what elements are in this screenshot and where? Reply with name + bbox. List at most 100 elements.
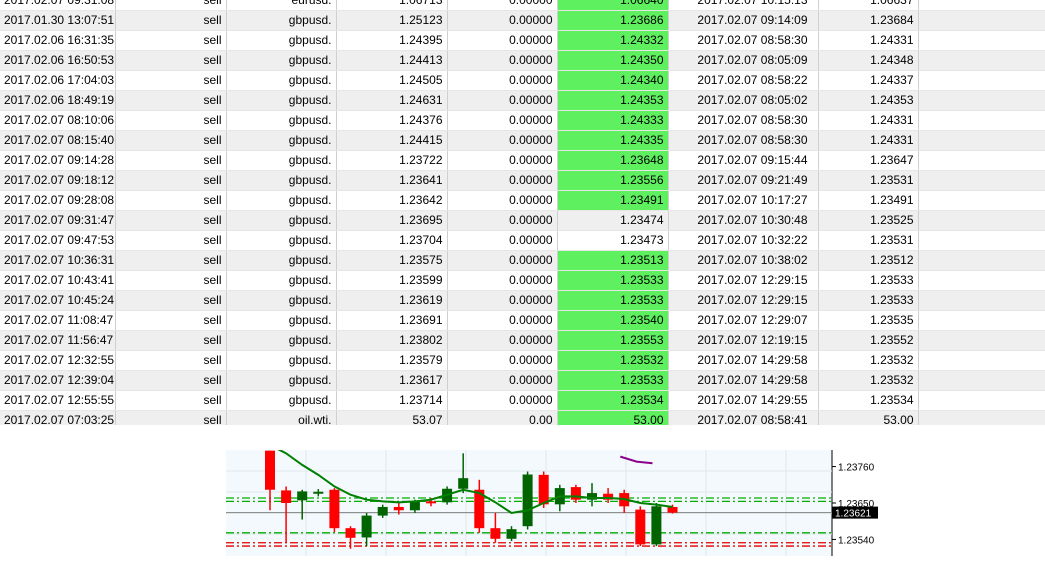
table-row[interactable]: 2017.02.07 09:31:08 sell eurusd. 1.06713 0.0… — [0, 0, 1045, 11]
open-time-cell: 2017.02.07 08:10:06 — [0, 110, 116, 131]
table-row[interactable]: 2017.02.06 17:04:03 sell gbpusd. 1.24505 0.0… — [0, 70, 1045, 91]
type-cell: sell — [115, 190, 227, 211]
table-row[interactable]: 2017.02.07 12:55:55 sell gbpusd. 1.23714 0.0… — [0, 390, 1045, 411]
symbol-cell: gbpusd. — [226, 110, 337, 131]
swap-cell: 0.00000 — [447, 90, 558, 111]
candle-body — [297, 491, 308, 501]
open-price-cell: 1.06713 — [336, 0, 448, 11]
table-row[interactable]: 2017.02.07 10:36:31 sell gbpusd. 1.23575 0.0… — [0, 250, 1045, 271]
close-price-cell: 1.23686 — [557, 10, 669, 31]
swap-cell: 0.00000 — [447, 190, 558, 211]
candlestick-chart-svg[interactable]: 1.237601.236501.235401.23621 — [226, 450, 878, 556]
table-row[interactable]: 2017.02.07 09:14:28 sell gbpusd. 1.23722 0.0… — [0, 150, 1045, 171]
open-price-cell: 1.23579 — [336, 350, 448, 371]
type-cell: sell — [115, 90, 227, 111]
table-row[interactable]: 2017.01.30 13:07:51 sell gbpusd. 1.25123 0.0… — [0, 10, 1045, 31]
open-price-cell: 1.24376 — [336, 110, 448, 131]
price-cell: 1.24331 — [818, 110, 919, 131]
swap-cell: 0.00000 — [447, 70, 558, 91]
table-row[interactable]: 2017.02.07 09:47:53 sell gbpusd. 1.23704 0.0… — [0, 230, 1045, 251]
table-row[interactable]: 2017.02.06 18:49:19 sell gbpusd. 1.24631 0.0… — [0, 90, 1045, 111]
table-row[interactable]: 2017.02.07 10:45:24 sell gbpusd. 1.23619 0.0… — [0, 290, 1045, 311]
open-price-cell: 1.23599 — [336, 270, 448, 291]
open-time-cell: 2017.02.07 10:36:31 — [0, 250, 116, 271]
empty-cell — [918, 190, 1045, 211]
price-cell: 1.23533 — [818, 290, 919, 311]
table-row[interactable]: 2017.02.06 16:50:53 sell gbpusd. 1.24413 0.0… — [0, 50, 1045, 71]
price-tick-label: 1.23760 — [838, 463, 875, 474]
open-price-cell: 53.07 — [336, 410, 448, 425]
symbol-cell: eurusd. — [226, 0, 337, 11]
table-row[interactable]: 2017.02.07 12:39:04 sell gbpusd. 1.23617 0.0… — [0, 370, 1045, 391]
price-cell: 1.23525 — [818, 210, 919, 231]
table-row[interactable]: 2017.02.07 12:32:55 sell gbpusd. 1.23579 0.0… — [0, 350, 1045, 371]
empty-cell — [918, 410, 1045, 425]
swap-cell: 0.00000 — [447, 170, 558, 191]
table-row[interactable]: 2017.02.07 09:28:08 sell gbpusd. 1.23642 0.0… — [0, 190, 1045, 211]
symbol-cell: oil.wti. — [226, 410, 337, 425]
open-price-cell: 1.23575 — [336, 250, 448, 271]
candle-body — [377, 506, 388, 516]
table-row[interactable]: 2017.02.07 07:03:25 sell oil.wti. 53.07 0.00… — [0, 410, 1045, 425]
close-price-cell: 1.23513 — [557, 250, 669, 271]
swap-cell: 0.00000 — [447, 10, 558, 31]
swap-cell: 0.00000 — [447, 310, 558, 331]
price-cell: 1.23531 — [818, 230, 919, 251]
table-row[interactable]: 2017.02.07 10:43:41 sell gbpusd. 1.23599 0.0… — [0, 270, 1045, 291]
close-price-cell: 1.23491 — [557, 190, 669, 211]
price-cell: 53.00 — [818, 410, 919, 425]
open-time-cell: 2017.02.07 09:31:47 — [0, 210, 116, 231]
symbol-cell: gbpusd. — [226, 390, 337, 411]
table-row[interactable]: 2017.02.07 11:56:47 sell gbpusd. 1.23802 0.0… — [0, 330, 1045, 351]
candle-body — [522, 474, 533, 527]
open-time-cell: 2017.01.30 13:07:51 — [0, 10, 116, 31]
empty-cell — [918, 70, 1045, 91]
close-time-cell: 2017.02.07 14:29:55 — [668, 390, 819, 411]
candle-body — [490, 528, 501, 539]
price-chart[interactable]: 1.23760 1.23650 1.23540 1.23621 — [226, 450, 878, 556]
table-row[interactable]: 2017.02.07 08:15:40 sell gbpusd. 1.24415 0.0… — [0, 130, 1045, 151]
table-row[interactable]: 2017.02.07 09:31:47 sell gbpusd. 1.23695 0.0… — [0, 210, 1045, 231]
candle-body — [409, 501, 420, 511]
empty-cell — [918, 370, 1045, 391]
table-row[interactable]: 2017.02.06 16:31:35 sell gbpusd. 1.24395 0.0… — [0, 30, 1045, 51]
symbol-cell: gbpusd. — [226, 250, 337, 271]
open-price-cell: 1.23619 — [336, 290, 448, 311]
type-cell: sell — [115, 0, 227, 11]
empty-cell — [918, 330, 1045, 351]
open-price-cell: 1.24631 — [336, 90, 448, 111]
open-time-cell: 2017.02.07 11:56:47 — [0, 330, 116, 351]
open-time-cell: 2017.02.07 11:08:47 — [0, 310, 116, 331]
symbol-cell: gbpusd. — [226, 350, 337, 371]
table-row[interactable]: 2017.02.07 09:18:12 sell gbpusd. 1.23641 0.0… — [0, 170, 1045, 191]
close-time-cell: 2017.02.07 10:32:22 — [668, 230, 819, 251]
empty-cell — [918, 10, 1045, 31]
type-cell: sell — [115, 110, 227, 131]
open-price-cell: 1.24505 — [336, 70, 448, 91]
open-price-cell: 1.25123 — [336, 10, 448, 31]
swap-cell: 0.00000 — [447, 50, 558, 71]
close-price-cell: 1.24335 — [557, 130, 669, 151]
symbol-cell: gbpusd. — [226, 370, 337, 391]
price-cell: 1.24331 — [818, 30, 919, 51]
close-time-cell: 2017.02.07 12:29:07 — [668, 310, 819, 331]
empty-cell — [918, 0, 1045, 11]
open-price-cell: 1.23695 — [336, 210, 448, 231]
close-time-cell: 2017.02.07 10:17:27 — [668, 190, 819, 211]
price-cell: 1.23647 — [818, 150, 919, 171]
candle-body — [635, 509, 646, 545]
type-cell: sell — [115, 150, 227, 171]
open-time-cell: 2017.02.07 09:18:12 — [0, 170, 116, 191]
type-cell: sell — [115, 250, 227, 271]
candle-body — [393, 506, 404, 511]
close-time-cell: 2017.02.07 09:14:09 — [668, 10, 819, 31]
symbol-cell: gbpusd. — [226, 130, 337, 151]
swap-cell: 0.00000 — [447, 30, 558, 51]
empty-cell — [918, 350, 1045, 371]
empty-cell — [918, 90, 1045, 111]
table-row[interactable]: 2017.02.07 08:10:06 sell gbpusd. 1.24376 0.0… — [0, 110, 1045, 131]
table-row[interactable]: 2017.02.07 11:08:47 sell gbpusd. 1.23691 0.0… — [0, 310, 1045, 331]
type-cell: sell — [115, 330, 227, 351]
candle-body — [265, 450, 275, 490]
symbol-cell: gbpusd. — [226, 210, 337, 231]
